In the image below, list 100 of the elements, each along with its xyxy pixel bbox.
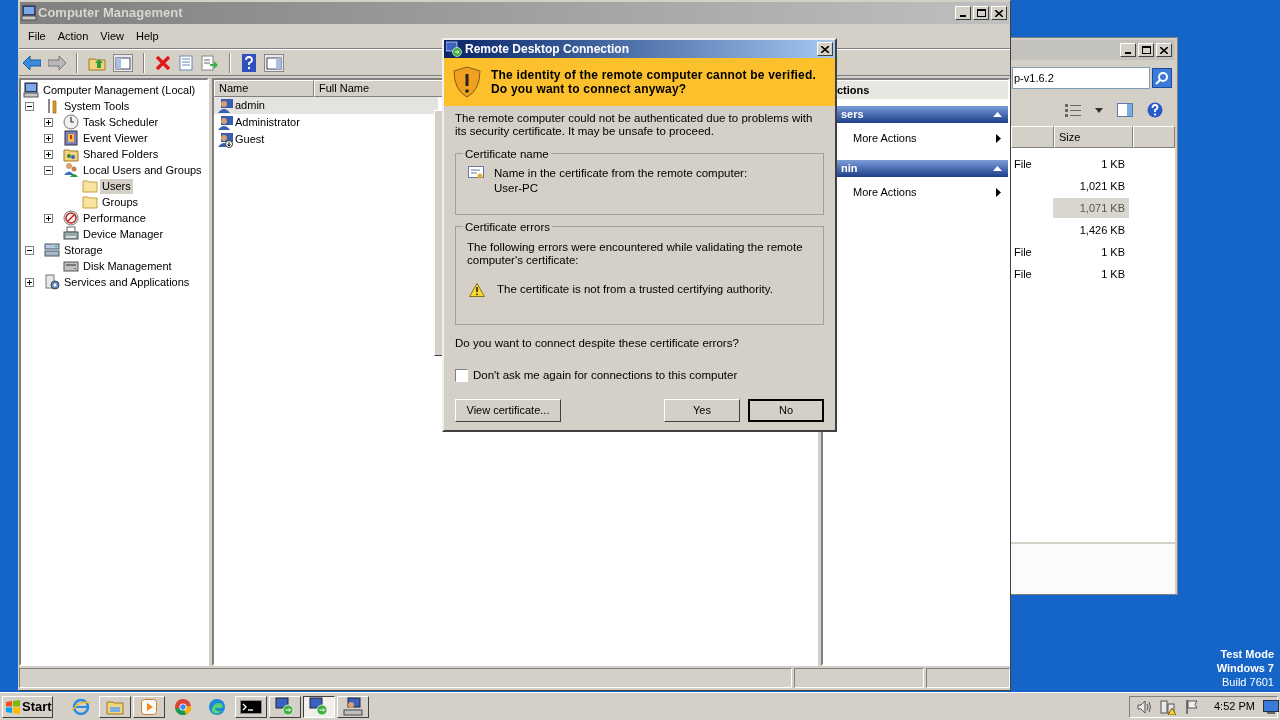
collapse-arrow-icon[interactable]: [993, 112, 1002, 117]
help-icon[interactable]: [1147, 102, 1163, 118]
file-size-cell[interactable]: 1 KB: [1053, 264, 1129, 284]
minimize-button[interactable]: [1120, 43, 1136, 57]
tree-item[interactable]: Shared Folders: [81, 146, 161, 162]
remote-desktop-icon[interactable]: [275, 696, 295, 717]
close-icon: [1160, 46, 1168, 54]
checkbox-label[interactable]: Don't ask me again for connections to this computer: [473, 367, 738, 385]
show-desktop-icon[interactable]: [1262, 699, 1279, 714]
search-button[interactable]: [1152, 68, 1172, 88]
dialog-title: Remote Desktop Connection: [465, 41, 629, 58]
folder-icon: [82, 178, 98, 194]
forward-arrow-icon[interactable]: [48, 55, 66, 70]
tree-item[interactable]: Groups: [100, 194, 141, 210]
menu-item[interactable]: File: [22, 28, 52, 45]
preview-pane-icon[interactable]: [1117, 103, 1133, 117]
flag-icon[interactable]: [1184, 698, 1200, 715]
checkbox[interactable]: [455, 369, 468, 383]
storage-icon: [44, 242, 60, 258]
dialog-button[interactable]: No: [748, 398, 824, 422]
list-row[interactable]: Administrator: [214, 114, 438, 131]
expand-icon[interactable]: [44, 213, 53, 223]
action-pane-icon[interactable]: [264, 53, 284, 72]
tree-pane-icon[interactable]: [113, 53, 133, 72]
printer-icon: [63, 226, 79, 242]
section-title: nin: [841, 161, 858, 177]
close-button[interactable]: [817, 42, 833, 56]
tree-item[interactable]: Event Viewer: [81, 130, 150, 146]
column-header[interactable]: [1011, 126, 1054, 148]
user-name-text: admin: [235, 98, 265, 114]
collapse-icon[interactable]: [25, 101, 34, 111]
delete-icon[interactable]: [155, 54, 171, 71]
tree-item[interactable]: Local Users and Groups: [81, 162, 204, 178]
tree-item[interactable]: Computer Management (Local): [41, 82, 198, 98]
dialog-button[interactable]: View certificate...: [455, 398, 561, 422]
close-button[interactable]: [991, 6, 1007, 20]
back-arrow-icon[interactable]: [23, 55, 41, 70]
file-size-cell[interactable]: 1 KB: [1053, 154, 1129, 174]
menu-item[interactable]: View: [94, 28, 130, 45]
user-icon: [218, 97, 234, 114]
speaker-icon[interactable]: [1136, 698, 1152, 715]
file-type-text: File: [1014, 157, 1032, 170]
collapse-icon[interactable]: [25, 245, 34, 255]
column-header[interactable]: Size: [1054, 126, 1133, 148]
column-header[interactable]: [1133, 126, 1175, 148]
collapse-arrow-icon[interactable]: [993, 166, 1002, 171]
taskbar-button[interactable]: [303, 695, 335, 718]
menu-item[interactable]: Action: [51, 28, 95, 45]
close-icon: [995, 9, 1003, 17]
start-button[interactable]: Start: [2, 695, 53, 718]
error-text: The certificate is not from a trusted certifying authority.: [497, 282, 773, 297]
terminal-icon[interactable]: [240, 699, 262, 714]
tree-item[interactable]: Services and Applications: [62, 274, 192, 290]
maximize-button[interactable]: [1138, 43, 1154, 57]
collapse-icon[interactable]: [44, 165, 53, 175]
search-icon: [1155, 71, 1169, 85]
expand-icon[interactable]: [44, 117, 53, 127]
disabled-user-icon: [218, 131, 234, 148]
tree-item[interactable]: Performance: [81, 210, 148, 226]
desktop-text: Windows 7: [1216, 661, 1274, 675]
dropdown-caret-icon[interactable]: [1095, 107, 1103, 113]
computer-icon: [21, 5, 37, 21]
close-button[interactable]: [1156, 43, 1172, 57]
file-size-cell[interactable]: 1,071 KB: [1053, 198, 1129, 218]
column-header[interactable]: Name: [214, 80, 314, 97]
tree-item[interactable]: Users: [100, 178, 133, 194]
expand-icon[interactable]: [25, 277, 34, 287]
help-icon[interactable]: [241, 53, 257, 72]
dialog-button[interactable]: Yes: [664, 398, 740, 422]
minimize-button[interactable]: [955, 6, 971, 20]
certificate-icon: [468, 166, 484, 180]
submenu-arrow-icon: [996, 187, 1001, 197]
disk-drive-icon: [63, 258, 79, 274]
tree-item[interactable]: System Tools: [62, 98, 132, 114]
user-icon: [218, 114, 234, 131]
file-size-cell[interactable]: 1,021 KB: [1053, 176, 1129, 196]
tree-item[interactable]: Device Manager: [81, 226, 166, 242]
remote-desktop-icon[interactable]: [309, 696, 329, 717]
clock-icon: [63, 114, 79, 130]
tree-item[interactable]: Disk Management: [81, 258, 174, 274]
chrome-icon[interactable]: [174, 697, 192, 716]
tree-item[interactable]: Task Scheduler: [81, 114, 161, 130]
list-row[interactable]: admin: [214, 97, 438, 114]
file-size-cell[interactable]: 1,426 KB: [1053, 220, 1129, 240]
address-field[interactable]: p-v1.6.2: [1012, 67, 1150, 89]
network-warning-icon[interactable]: [1160, 698, 1176, 715]
expand-icon[interactable]: [44, 149, 53, 159]
submenu-arrow-icon: [996, 133, 1001, 143]
export-icon[interactable]: [201, 54, 219, 71]
computer-icon: [23, 82, 39, 98]
close-icon: [821, 45, 829, 53]
list-row[interactable]: Guest: [214, 131, 438, 148]
network-computer-icon[interactable]: [343, 696, 363, 717]
maximize-button[interactable]: [973, 6, 989, 20]
expand-icon[interactable]: [44, 133, 53, 143]
view-list-icon[interactable]: [1065, 103, 1081, 117]
clock-text[interactable]: 4:52 PM: [1214, 698, 1255, 715]
file-size-cell[interactable]: 1 KB: [1053, 242, 1129, 262]
menu-item[interactable]: Help: [129, 28, 165, 45]
tree-item[interactable]: Storage: [62, 242, 105, 258]
